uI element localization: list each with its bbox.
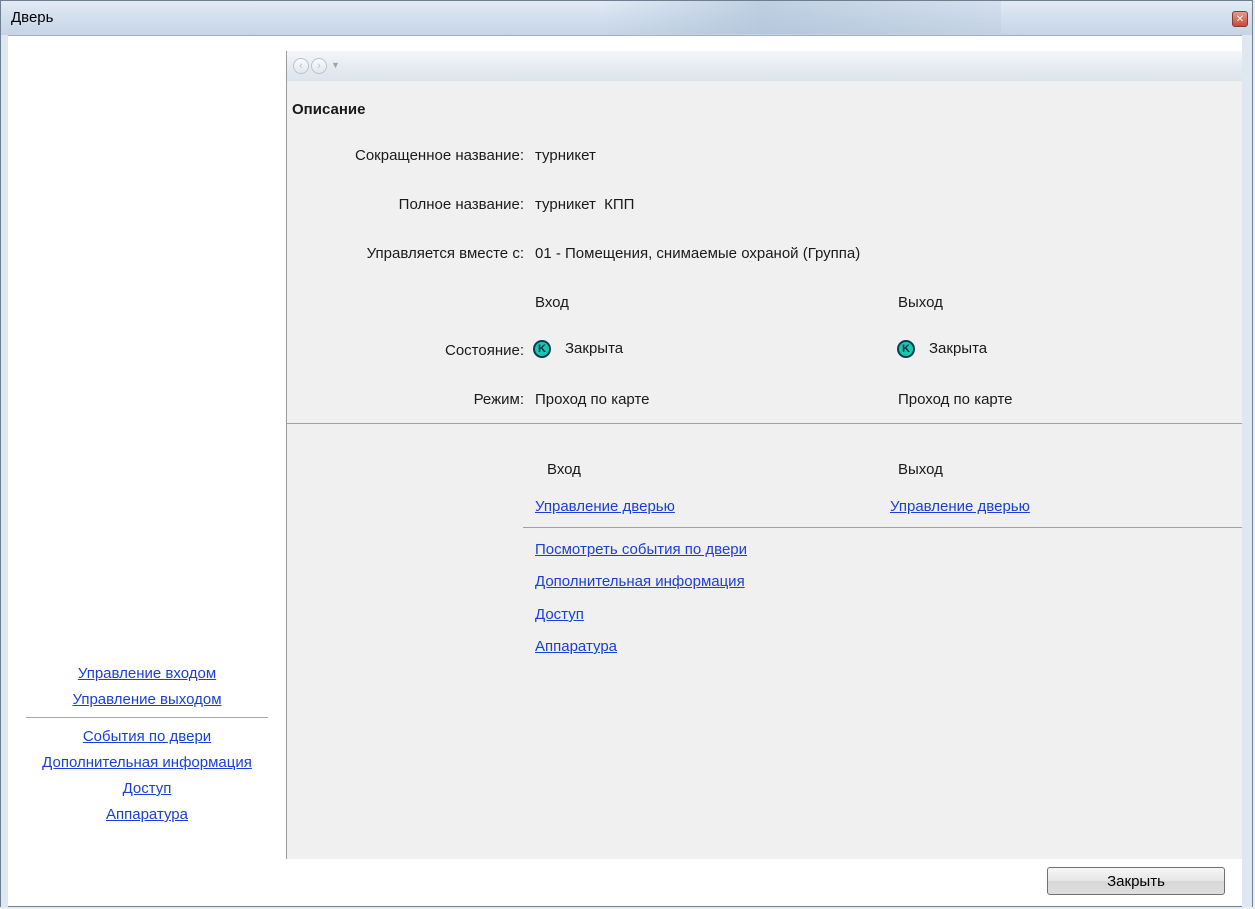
forward-arrow-icon[interactable]: ›: [311, 58, 327, 74]
managed-with-label: Управляется вместе с:: [366, 245, 524, 262]
close-icon[interactable]: ✕: [1232, 11, 1248, 27]
exit-header: Выход: [898, 294, 943, 311]
section-divider: [287, 423, 1242, 424]
chevron-down-icon[interactable]: ▼: [331, 60, 340, 70]
full-name-value: турникет КПП: [535, 196, 635, 213]
footer-bar: Закрыть: [8, 859, 1242, 901]
door-window: Дверь ✕ Управление входом Управление вых…: [0, 0, 1253, 907]
exit-door-control-link[interactable]: Управление дверью: [890, 498, 1030, 515]
additional-info-link[interactable]: Дополнительная информация: [535, 573, 745, 590]
exit-state: K Закрыта: [897, 340, 988, 359]
content-area: Управление входом Управление выходом Соб…: [8, 41, 1242, 859]
access-link[interactable]: Доступ: [535, 606, 584, 623]
sidebar-divider: [26, 717, 268, 718]
entry-state-text: Закрыта: [565, 340, 624, 357]
main-panel: ‹ › ▼ Описание Сокращенное название: тур…: [287, 51, 1242, 859]
managed-with-value: 01 - Помещения, снимаемые охраной (Групп…: [535, 245, 861, 262]
sidebar: Управление входом Управление выходом Соб…: [8, 41, 286, 859]
sidebar-link-additional-info[interactable]: Дополнительная информация: [42, 754, 252, 771]
door-closed-icon: K: [897, 340, 915, 359]
entry-header: Вход: [535, 294, 569, 311]
section-title: Описание: [292, 101, 366, 118]
actions-divider: [523, 527, 1242, 528]
title-bar: Дверь ✕: [1, 1, 1252, 36]
entry-door-control-link[interactable]: Управление дверью: [535, 498, 675, 515]
full-name-label: Полное название:: [398, 196, 524, 213]
navigation-bar: ‹ › ▼: [287, 51, 1242, 81]
view-door-events-link[interactable]: Посмотреть события по двери: [535, 541, 747, 558]
close-button[interactable]: Закрыть: [1047, 867, 1225, 895]
actions-exit-header: Выход: [898, 461, 943, 478]
sidebar-link-door-events[interactable]: События по двери: [83, 728, 211, 745]
state-label: Состояние:: [444, 342, 524, 359]
door-closed-icon: K: [533, 340, 551, 359]
short-name-value: турникет: [535, 147, 596, 164]
sidebar-link-entry-control[interactable]: Управление входом: [78, 665, 216, 682]
back-arrow-icon[interactable]: ‹: [293, 58, 309, 74]
window-title: Дверь: [11, 9, 54, 26]
sidebar-link-exit-control[interactable]: Управление выходом: [72, 691, 221, 708]
sidebar-links: Управление входом Управление выходом Соб…: [8, 661, 286, 828]
entry-state: K Закрыта: [533, 340, 624, 359]
exit-mode: Проход по карте: [898, 391, 1013, 408]
entry-mode: Проход по карте: [535, 391, 650, 408]
actions-entry-header: Вход: [547, 461, 581, 478]
sidebar-link-access[interactable]: Доступ: [123, 780, 172, 797]
exit-state-text: Закрыта: [929, 340, 988, 357]
short-name-label: Сокращенное название:: [354, 147, 524, 164]
hardware-link[interactable]: Аппаратура: [535, 638, 617, 655]
mode-label: Режим:: [473, 391, 524, 408]
sidebar-link-hardware[interactable]: Аппаратура: [106, 806, 188, 823]
